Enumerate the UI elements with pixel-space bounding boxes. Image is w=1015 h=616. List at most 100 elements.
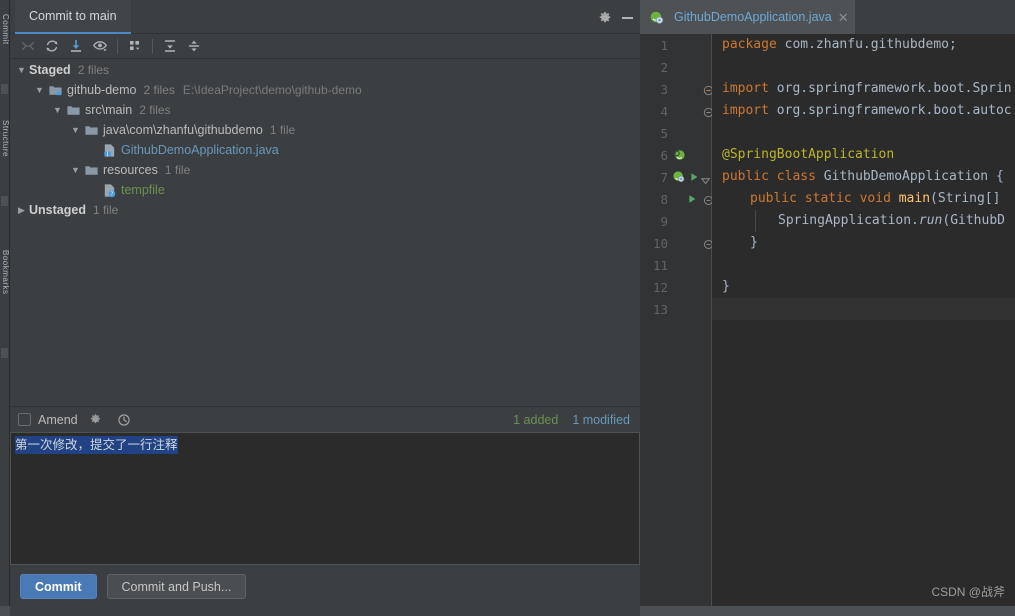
stripe-marker: [1, 196, 8, 206]
gear-icon[interactable]: [86, 410, 106, 430]
tree-node-project[interactable]: ▼ github-demo 2 files E:\IdeaProject\dem…: [10, 80, 640, 100]
gutter-line: 12: [640, 276, 712, 298]
tree-node-staged[interactable]: ▼ Staged 2 files: [10, 60, 640, 80]
tree-node-count: 1 file: [270, 123, 295, 137]
tree-node-count: 2 files: [139, 103, 170, 117]
gutter-line: 5: [640, 122, 712, 144]
commit-dialog-window: Commit Structure Bookmarks Commit to mai…: [0, 0, 1015, 616]
folder-icon: [83, 162, 99, 178]
chevron-right-icon[interactable]: ▶: [14, 206, 29, 215]
code-line-12: }: [712, 276, 730, 298]
chevron-down-icon[interactable]: ▼: [50, 106, 65, 115]
gutter-line: 3: [640, 78, 712, 100]
code-line-10: }: [712, 232, 758, 254]
commit-button[interactable]: Commit: [20, 574, 97, 599]
code-area[interactable]: 1 2 3 4 5 6 7: [640, 34, 1015, 616]
tree-node-count: 1 file: [165, 163, 190, 177]
commit-toolbar: [10, 34, 640, 59]
tree-node-label: github-demo: [67, 83, 137, 97]
editor-tabbar: GithubDemoApplication.java ✕: [640, 0, 1015, 34]
tree-node-label: tempfile: [121, 183, 165, 197]
status-added: 1 added: [513, 413, 558, 427]
expand-all-icon[interactable]: [158, 35, 182, 57]
clock-history-icon[interactable]: [114, 410, 134, 430]
watermark: CSDN @战斧: [931, 583, 1005, 600]
tree-node-label: java\com\zhanfu\githubdemo: [103, 123, 263, 137]
java-class-file-icon: J: [101, 142, 117, 158]
code-line-5: [712, 122, 722, 144]
tree-node-path: E:\IdeaProject\demo\github-demo: [183, 83, 362, 97]
changes-tree[interactable]: ▼ Staged 2 files ▼ github-demo 2 files E…: [10, 60, 640, 405]
chevron-down-icon[interactable]: ▼: [68, 126, 83, 135]
tab-commit-to-main[interactable]: Commit to main: [15, 0, 131, 34]
gutter-icon-group[interactable]: [672, 166, 700, 188]
download-icon[interactable]: [64, 35, 88, 57]
code-lines[interactable]: package com.zhanfu.githubdemo; import or…: [712, 34, 1015, 616]
code-line-2: [712, 56, 722, 78]
commit-panel-header: Commit to main: [10, 0, 640, 34]
stripe-marker: [1, 348, 8, 358]
spring-class-icon: [672, 170, 686, 184]
folder-icon: [65, 102, 81, 118]
run-icon: [688, 171, 700, 183]
tree-node-label: Staged: [29, 63, 71, 77]
unknown-file-icon: ?: [101, 182, 117, 198]
commit-message-input[interactable]: 第一次修改，提交了一行注释: [10, 432, 640, 565]
tree-node-count: 1 file: [93, 203, 118, 217]
code-editor: GithubDemoApplication.java ✕ 1 2 3 4 5 6: [640, 0, 1015, 616]
commit-message-text[interactable]: 第一次修改，提交了一行注释: [15, 436, 178, 454]
chevron-down-icon[interactable]: ▼: [32, 86, 47, 95]
status-modified: 1 modified: [572, 413, 630, 427]
spring-class-icon: [648, 9, 664, 25]
tree-node-count: 2 files: [144, 83, 175, 97]
amend-label: Amend: [38, 413, 78, 427]
group-by-icon[interactable]: [123, 35, 147, 57]
editor-tab-githubdemoapplication[interactable]: GithubDemoApplication.java ✕: [640, 0, 855, 34]
minimize-icon[interactable]: [618, 9, 636, 27]
tree-node-tempfile[interactable]: ? tempfile: [10, 180, 640, 200]
stripe-tab-bookmarks[interactable]: Bookmarks: [0, 250, 10, 340]
tree-node-src-main[interactable]: ▼ src\main 2 files: [10, 100, 640, 120]
gutter-icon-group[interactable]: [686, 188, 698, 210]
gutter-line: 1: [640, 34, 712, 56]
toolbar-separator: [152, 39, 153, 54]
tree-node-unstaged[interactable]: ▶ Unstaged 1 file: [10, 200, 640, 220]
editor-tab-title: GithubDemoApplication.java: [674, 10, 832, 24]
code-line-7: public class GithubDemoApplication {: [712, 166, 1004, 188]
code-line-3: import org.springframework.boot.Sprin: [712, 78, 1012, 100]
gutter-line: 10: [640, 232, 712, 254]
merge-arrows-icon[interactable]: [16, 35, 40, 57]
tree-node-java-package[interactable]: ▼ java\com\zhanfu\githubdemo 1 file: [10, 120, 640, 140]
commit-status-counts: 1 added 1 modified: [513, 413, 630, 427]
close-icon[interactable]: ✕: [838, 11, 849, 24]
refresh-icon[interactable]: [40, 35, 64, 57]
code-line-8: public static void main(String[]: [712, 188, 1001, 210]
tree-node-resources[interactable]: ▼ resources 1 file: [10, 160, 640, 180]
chevron-down-icon[interactable]: ▼: [14, 66, 29, 75]
gutter-line: 11: [640, 254, 712, 276]
commit-and-push-button[interactable]: Commit and Push...: [107, 574, 247, 599]
tree-node-count: 2 files: [78, 63, 109, 77]
spring-bean-icon: [672, 148, 686, 162]
stripe-tab-commit[interactable]: Commit: [0, 14, 10, 74]
gutter-icon-group[interactable]: [672, 144, 686, 166]
gutter-line: 2: [640, 56, 712, 78]
code-line-6: @SpringBootApplication: [712, 144, 894, 166]
amend-checkbox[interactable]: [18, 413, 31, 426]
code-line-4: import org.springframework.boot.autoc: [712, 100, 1012, 122]
chevron-down-icon[interactable]: ▼: [68, 166, 83, 175]
tree-node-label: Unstaged: [29, 203, 86, 217]
eye-icon[interactable]: [88, 35, 112, 57]
gear-icon[interactable]: [596, 9, 614, 27]
commit-panel: Commit to main: [10, 0, 640, 616]
gutter-line: 13: [640, 298, 712, 320]
tree-node-label: GithubDemoApplication.java: [121, 143, 279, 157]
stripe-tab-structure[interactable]: Structure: [0, 120, 10, 186]
code-line-9: SpringApplication.run(GithubD: [712, 210, 1005, 232]
tree-node-java-file[interactable]: J GithubDemoApplication.java: [10, 140, 640, 160]
bottom-bar-left: [10, 606, 640, 616]
toolbar-separator: [117, 39, 118, 54]
module-folder-icon: [47, 82, 63, 98]
collapse-all-icon[interactable]: [182, 35, 206, 57]
folder-icon: [83, 122, 99, 138]
